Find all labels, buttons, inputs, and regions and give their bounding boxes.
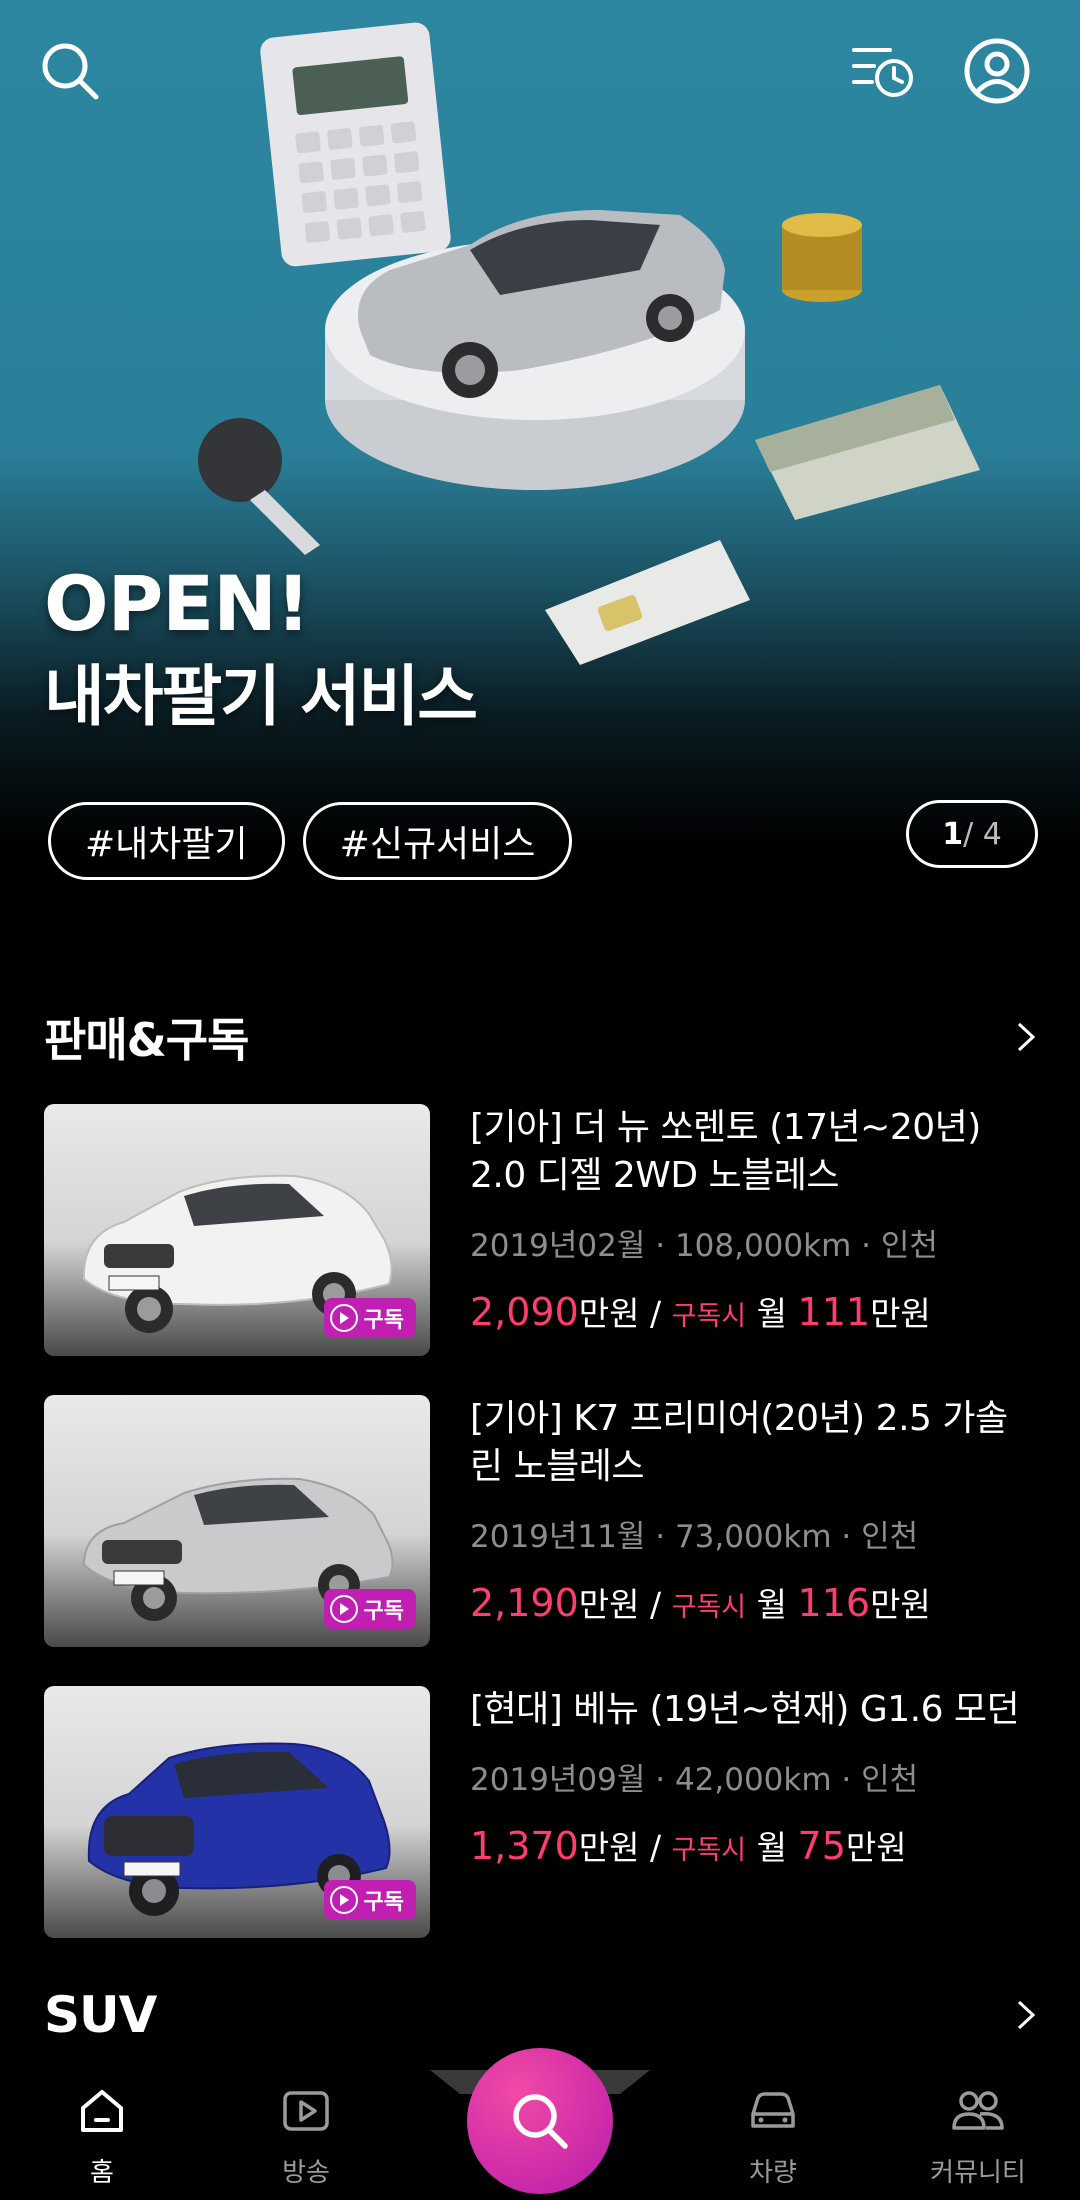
nav-label: 차량 [749, 2158, 797, 2188]
car-thumbnail: 구독 [44, 1395, 430, 1647]
price-value: 2,090 [470, 1290, 579, 1334]
month-label: 월 [756, 1294, 788, 1333]
play-icon [329, 1886, 358, 1914]
pager-current: 1 [942, 816, 964, 852]
search-icon [513, 2094, 568, 2149]
play-icon [329, 1304, 358, 1332]
car-info: [기아] K7 프리미어(20년) 2.5 가솔린 노블레스 2019년11월 … [470, 1395, 1040, 1647]
tag-chip[interactable]: #신규서비스 [302, 802, 573, 880]
nav-label: 방송 [282, 2158, 330, 2188]
car-meta: 2019년09월 · 42,000km · 인천 [470, 1762, 919, 1798]
monthly-unit: 만원 [870, 1585, 931, 1624]
play-icon [283, 2091, 329, 2131]
tag-chip[interactable]: #내차팔기 [48, 802, 285, 880]
profile-icon [964, 38, 1030, 104]
subscription-badge: 구독 [323, 1298, 416, 1338]
hero-title: OPEN! 내차팔기 서비스 [44, 559, 478, 736]
pager-total: / 4 [963, 816, 1002, 852]
community-icon [952, 2091, 1004, 2130]
car-title: [현대] 베뉴 (19년~현재) G1.6 모던 [470, 1689, 1020, 1730]
car-list-item[interactable]: 구독 [기아] K7 프리미어(20년) 2.5 가솔린 노블레스 2019년1… [44, 1395, 1044, 1647]
search-button[interactable] [35, 36, 105, 106]
subscription-badge: 구독 [323, 1589, 416, 1629]
car-price: 2,090만원 / 구독시 월 111만원 [470, 1287, 1040, 1335]
subscription-label: 구독시 [671, 1835, 747, 1866]
badge-label: 구독 [363, 1599, 404, 1624]
car-meta: 2019년02월 · 108,000km · 인천 [470, 1228, 938, 1264]
car-info: [기아] 더 뉴 쏘렌토 (17년~20년) 2.0 디젤 2WD 노블레스 2… [470, 1104, 1040, 1356]
section-header-suv[interactable]: SUV [44, 1986, 1044, 2044]
home-icon [81, 2090, 123, 2132]
nav-label: 홈 [90, 2158, 114, 2188]
monthly-unit: 만원 [845, 1828, 907, 1867]
badge-label: 구독 [363, 1890, 404, 1915]
nav-item-community[interactable]: 커뮤니티 [908, 2088, 1048, 2189]
chevron-right-icon[interactable] [1008, 1997, 1044, 2033]
section-title: SUV [44, 1986, 157, 2044]
nav-item-home[interactable]: 홈 [32, 2088, 172, 2189]
recent-history-icon [852, 48, 913, 97]
recent-history-button[interactable] [848, 36, 918, 106]
profile-button[interactable] [962, 36, 1032, 106]
car-title: [기아] 더 뉴 쏘렌토 (17년~20년) 2.0 디젤 2WD 노블레스 [470, 1107, 981, 1196]
monthly-unit: 만원 [870, 1294, 931, 1333]
nav-item-vehicles[interactable]: 차량 [703, 2088, 843, 2189]
hero-title-line2: 내차팔기 서비스 [44, 658, 478, 736]
search-icon [42, 43, 99, 100]
car-list-item[interactable]: 구독 [기아] 더 뉴 쏘렌토 (17년~20년) 2.0 디젤 2WD 노블레… [44, 1104, 1044, 1356]
monthly-value: 116 [797, 1581, 871, 1625]
hero-banner[interactable]: OPEN! 내차팔기 서비스 #내차팔기 #신규서비스 1 / 4 [0, 0, 1080, 940]
price-value: 1,370 [470, 1824, 579, 1868]
car-thumbnail: 구독 [44, 1686, 430, 1938]
car-list-item[interactable]: 구독 [현대] 베뉴 (19년~현재) G1.6 모던 2019년09월 · 4… [44, 1686, 1044, 1938]
car-price: 2,190만원 / 구독시 월 116만원 [470, 1578, 1040, 1626]
hero-title-line1: OPEN! [44, 559, 311, 648]
month-label: 월 [756, 1585, 788, 1624]
price-unit: 만원 / [578, 1828, 662, 1867]
subscription-badge: 구독 [323, 1880, 416, 1920]
price-value: 2,190 [470, 1581, 579, 1625]
price-unit: 만원 / [578, 1585, 662, 1624]
monthly-value: 75 [797, 1824, 846, 1868]
badge-label: 구독 [363, 1308, 404, 1333]
nav-item-broadcast[interactable]: 방송 [236, 2088, 376, 2189]
car-meta: 2019년11월 · 73,000km · 인천 [470, 1519, 919, 1555]
banner-pager: 1 / 4 [906, 800, 1038, 868]
car-info: [현대] 베뉴 (19년~현재) G1.6 모던 2019년09월 · 42,0… [470, 1686, 1040, 1938]
subscription-label: 구독시 [671, 1301, 747, 1332]
price-unit: 만원 / [578, 1294, 662, 1333]
nav-label: 커뮤니티 [930, 2158, 1026, 2188]
chevron-right-icon[interactable] [1008, 1019, 1044, 1055]
hero-tags: #내차팔기 #신규서비스 [48, 802, 573, 880]
subscription-label: 구독시 [671, 1592, 747, 1623]
car-title: [기아] K7 프리미어(20년) 2.5 가솔린 노블레스 [470, 1398, 1008, 1487]
section-header-sale[interactable]: 판매&구독 [44, 1004, 1044, 1070]
play-icon [329, 1595, 358, 1623]
section-title: 판매&구독 [44, 1013, 249, 1067]
car-price: 1,370만원 / 구독시 월 75만원 [470, 1821, 1040, 1869]
car-thumbnail: 구독 [44, 1104, 430, 1356]
monthly-value: 111 [797, 1290, 871, 1334]
month-label: 월 [756, 1828, 788, 1867]
fab-search-button[interactable] [467, 2048, 613, 2194]
car-icon [751, 2092, 795, 2128]
